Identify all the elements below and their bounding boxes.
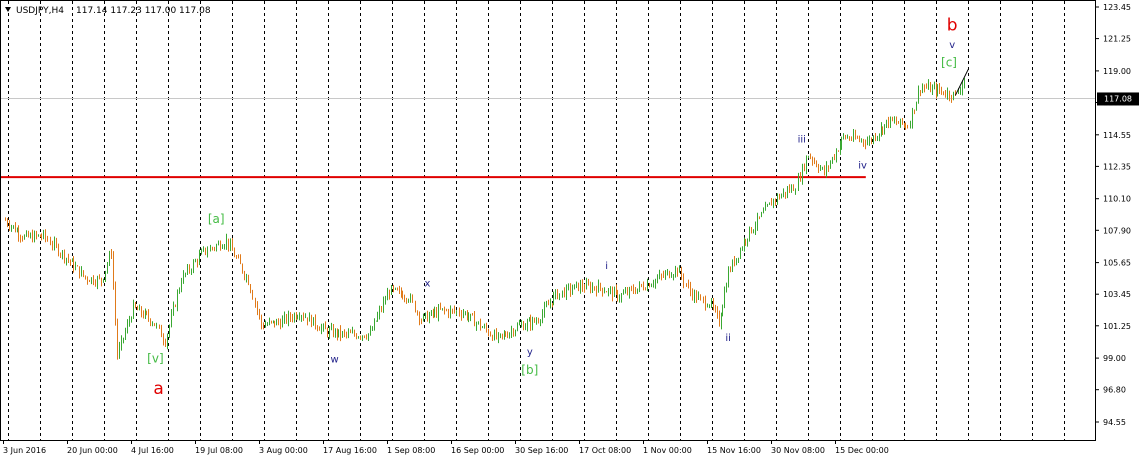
chart-header: USDJPY,H4 117.14 117.23 117.00 117.08 (5, 6, 211, 16)
x-tick-label: 3 Aug 00:00 (259, 446, 308, 455)
x-tick-label: 3 Jun 2016 (3, 446, 46, 455)
x-tick-label: 17 Oct 08:00 (579, 446, 631, 455)
wave-label: ii (725, 333, 731, 344)
wave-label: a (153, 379, 163, 399)
x-tick-label: 15 Dec 00:00 (835, 446, 889, 455)
x-tick-label: 20 Jun 00:00 (67, 446, 118, 455)
y-tick-label: 105.65 (1103, 259, 1131, 268)
x-tick-label: 16 Sep 00:00 (451, 446, 504, 455)
wave-label: y (527, 347, 533, 358)
chart-root: [a] [v] a w x y [b] i ii iii iv v [c] b 123.45 121.25 1… (0, 0, 1140, 460)
y-tick-label: 119.00 (1103, 67, 1131, 76)
y-tick-label: 114.55 (1103, 131, 1131, 140)
y-tick-label: 103.45 (1103, 290, 1131, 299)
wave-label: x (424, 278, 430, 289)
wave-label: w (331, 354, 339, 365)
x-tick-label: 30 Nov 08:00 (771, 446, 825, 455)
x-tick-label: 4 Jul 16:00 (131, 446, 174, 455)
price-chart[interactable]: [a][v]awxy[b]iiiiiiivv[c]b 123.45121.251… (0, 0, 1140, 460)
wave-label: iii (798, 135, 806, 146)
y-tick-label: 96.80 (1103, 386, 1126, 395)
wave-label: i (605, 261, 608, 272)
y-tick-label: 101.25 (1103, 322, 1131, 331)
current-price-label: 117.08 (1104, 94, 1132, 103)
current-price-tag: 117.08 (1097, 92, 1139, 106)
y-tick-label: 107.90 (1103, 226, 1131, 235)
y-tick-label: 99.00 (1103, 354, 1126, 363)
symbol-label: USDJPY,H4 (16, 6, 64, 16)
x-tick-label: 19 Jul 08:00 (195, 446, 243, 455)
wave-label: [b] (521, 363, 538, 377)
wave-label: [c] (941, 56, 957, 70)
x-tick-label: 1 Nov 00:00 (643, 446, 692, 455)
x-tick-label: 1 Sep 08:00 (387, 446, 435, 455)
wave-label: iv (858, 161, 867, 172)
x-tick-label: 15 Nov 16:00 (707, 446, 761, 455)
y-tick-label: 121.25 (1103, 35, 1131, 44)
wave-label: v (949, 40, 955, 51)
y-tick-label: 110.10 (1103, 195, 1131, 204)
wave-label: [v] (147, 351, 163, 365)
y-tick-label: 123.45 (1103, 3, 1131, 12)
ohlc-label: 117.14 117.23 117.00 117.08 (76, 6, 211, 16)
x-tick-label: 30 Sep 16:00 (515, 446, 568, 455)
y-tick-label: 112.35 (1103, 162, 1131, 171)
wave-label: b (947, 16, 958, 36)
x-tick-label: 17 Aug 16:00 (323, 446, 377, 455)
wave-label: [a] (208, 212, 225, 226)
y-tick-label: 94.55 (1103, 418, 1126, 427)
